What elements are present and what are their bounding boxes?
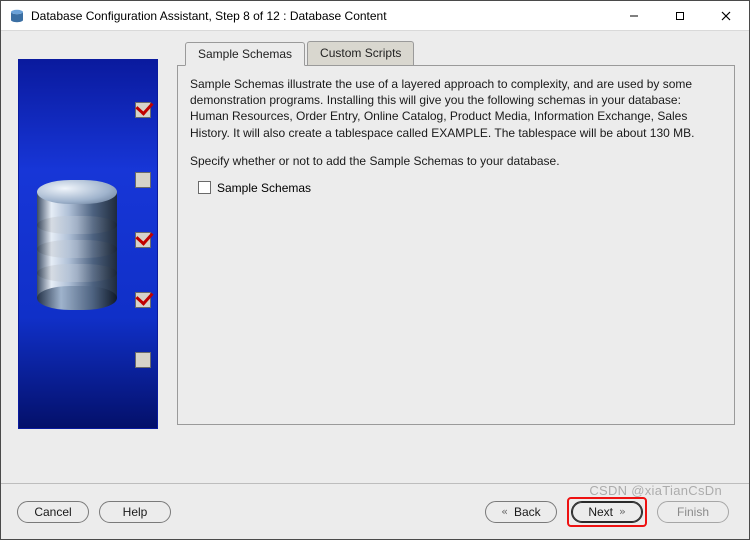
next-button-label: Next (588, 505, 613, 519)
sample-schemas-checkbox-label: Sample Schemas (217, 181, 311, 195)
maximize-button[interactable] (657, 1, 703, 31)
cancel-button[interactable]: Cancel (17, 501, 89, 523)
help-button[interactable]: Help (99, 501, 171, 523)
database-cylinder-icon (37, 180, 117, 310)
next-button-highlight: Next » (567, 497, 647, 527)
tab-custom-scripts[interactable]: Custom Scripts (307, 41, 414, 65)
wizard-side-graphic (1, 31, 175, 483)
app-icon (9, 8, 25, 24)
main-panel: Sample Schemas Custom Scripts Sample Sch… (175, 31, 749, 483)
minimize-button[interactable] (611, 1, 657, 31)
back-button-label: Back (514, 505, 541, 519)
finish-button: Finish (657, 501, 729, 523)
sample-schemas-checkbox-row[interactable]: Sample Schemas (198, 181, 722, 195)
side-banner (18, 59, 158, 429)
wizard-footer: Cancel Help « Back Next » Finish (1, 483, 749, 539)
next-button[interactable]: Next » (571, 501, 643, 523)
tab-sample-schemas[interactable]: Sample Schemas (185, 42, 305, 66)
titlebar: Database Configuration Assistant, Step 8… (1, 1, 749, 31)
step-indicator (135, 102, 151, 118)
back-button[interactable]: « Back (485, 501, 557, 523)
schema-description: Sample Schemas illustrate the use of a l… (190, 76, 722, 141)
client-area: Sample Schemas Custom Scripts Sample Sch… (1, 31, 749, 539)
chevron-left-icon: « (501, 505, 508, 518)
tab-bar: Sample Schemas Custom Scripts (177, 39, 737, 65)
sample-schemas-checkbox[interactable] (198, 181, 211, 194)
wizard-window: Database Configuration Assistant, Step 8… (0, 0, 750, 540)
chevron-right-icon: » (619, 505, 626, 518)
content-area: Sample Schemas Custom Scripts Sample Sch… (1, 31, 749, 483)
step-indicator (135, 172, 151, 188)
schema-prompt: Specify whether or not to add the Sample… (190, 153, 722, 169)
tab-page-sample-schemas: Sample Schemas illustrate the use of a l… (177, 65, 735, 425)
close-button[interactable] (703, 1, 749, 31)
step-indicator (135, 352, 151, 368)
window-title: Database Configuration Assistant, Step 8… (31, 9, 611, 23)
step-indicator (135, 232, 151, 248)
step-indicator (135, 292, 151, 308)
